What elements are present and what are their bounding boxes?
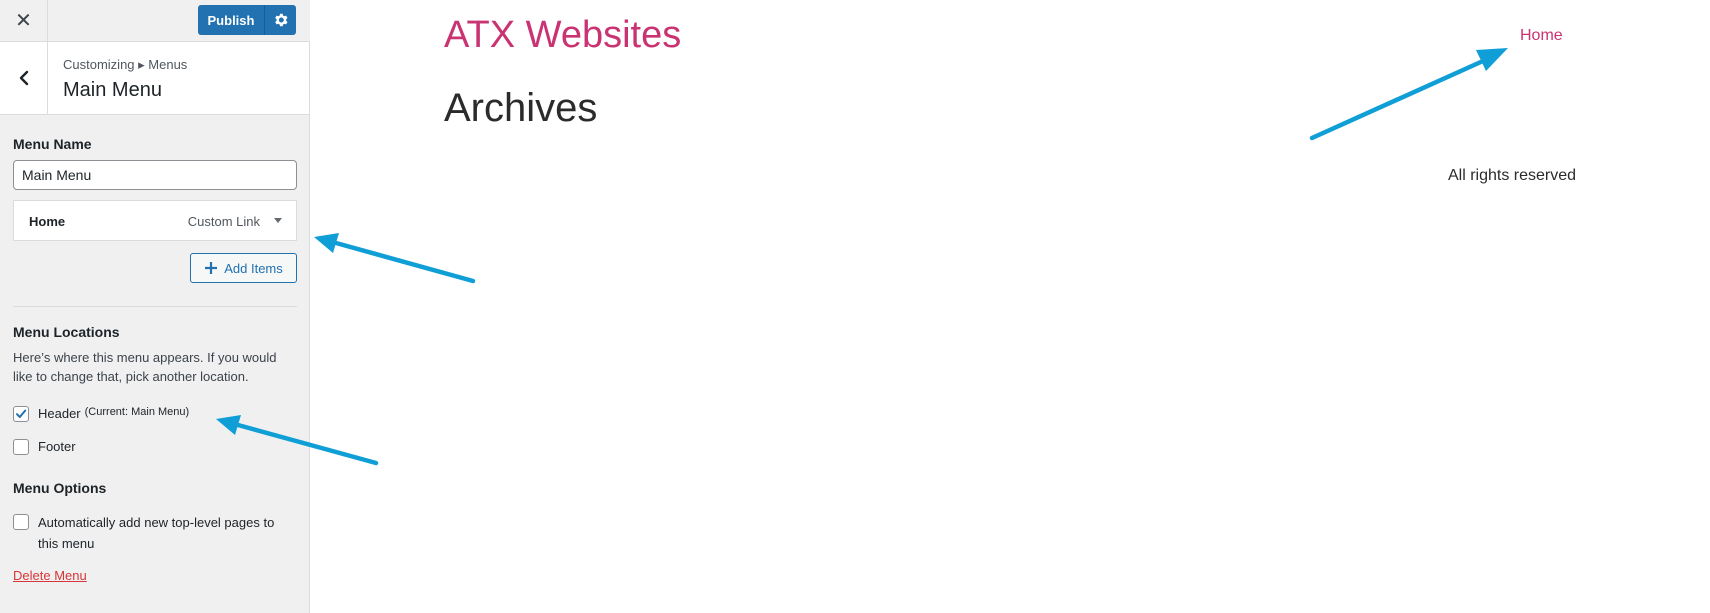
arrow-to-nav-home [1309,48,1508,141]
section-title: Main Menu [63,79,162,101]
chevron-left-icon [19,70,28,86]
publish-settings-button[interactable] [264,5,296,35]
menu-item-type: Custom Link [187,214,260,229]
menu-locations-heading: Menu Locations [13,324,120,340]
arrow-to-menu-item [314,233,476,284]
add-items-button[interactable]: Add Items [190,253,297,283]
gear-icon [274,13,288,27]
publish-button[interactable]: Publish [198,5,264,35]
divider [13,306,297,307]
page-title: Archives [444,86,598,130]
close-icon: ✕ [15,10,32,32]
breadcrumb: Customizing ▸ Menus [63,57,188,72]
header-location-label: Header [38,406,81,421]
footer-location-checkbox[interactable] [13,439,29,455]
location-footer-row[interactable]: Footer [13,439,76,455]
publish-group: Publish [198,5,296,35]
location-header-row[interactable]: Header (Current: Main Menu) [13,406,189,422]
site-title-link[interactable]: ATX Websites [444,14,681,57]
menu-name-label: Menu Name [13,136,92,152]
checkmark-icon [16,409,27,418]
back-button[interactable] [0,42,48,114]
add-items-label: Add Items [224,260,283,276]
menu-item-title: Home [29,214,66,229]
menu-options-heading: Menu Options [13,480,107,496]
nav-home-link[interactable]: Home [1520,27,1563,45]
caret-down-icon[interactable] [268,210,288,230]
customizer-topbar: ✕ Publish [0,0,310,42]
menu-locations-description: Here’s where this menu appears. If you w… [13,350,277,384]
auto-add-checkbox[interactable] [13,514,29,530]
delete-menu-link[interactable]: Delete Menu [13,568,87,583]
footer-location-label: Footer [38,439,76,454]
header-location-note: (Current: Main Menu) [84,406,190,418]
menu-name-input[interactable] [13,160,297,190]
plus-icon [205,262,218,274]
auto-add-label: Automatically add new top-level pages to… [38,515,275,551]
customizer-sidebar: ✕ Publish Customizing ▸ Menus Main Menu … [0,0,310,613]
section-header: Customizing ▸ Menus Main Menu [0,42,309,115]
header-location-checkbox[interactable] [13,406,29,422]
menu-item-home[interactable]: Home Custom Link [13,200,297,241]
footer-text: All rights reserved [1448,167,1577,184]
auto-add-row[interactable]: Automatically add new top-level pages to… [13,512,297,554]
close-customizer-button[interactable]: ✕ [0,0,48,41]
